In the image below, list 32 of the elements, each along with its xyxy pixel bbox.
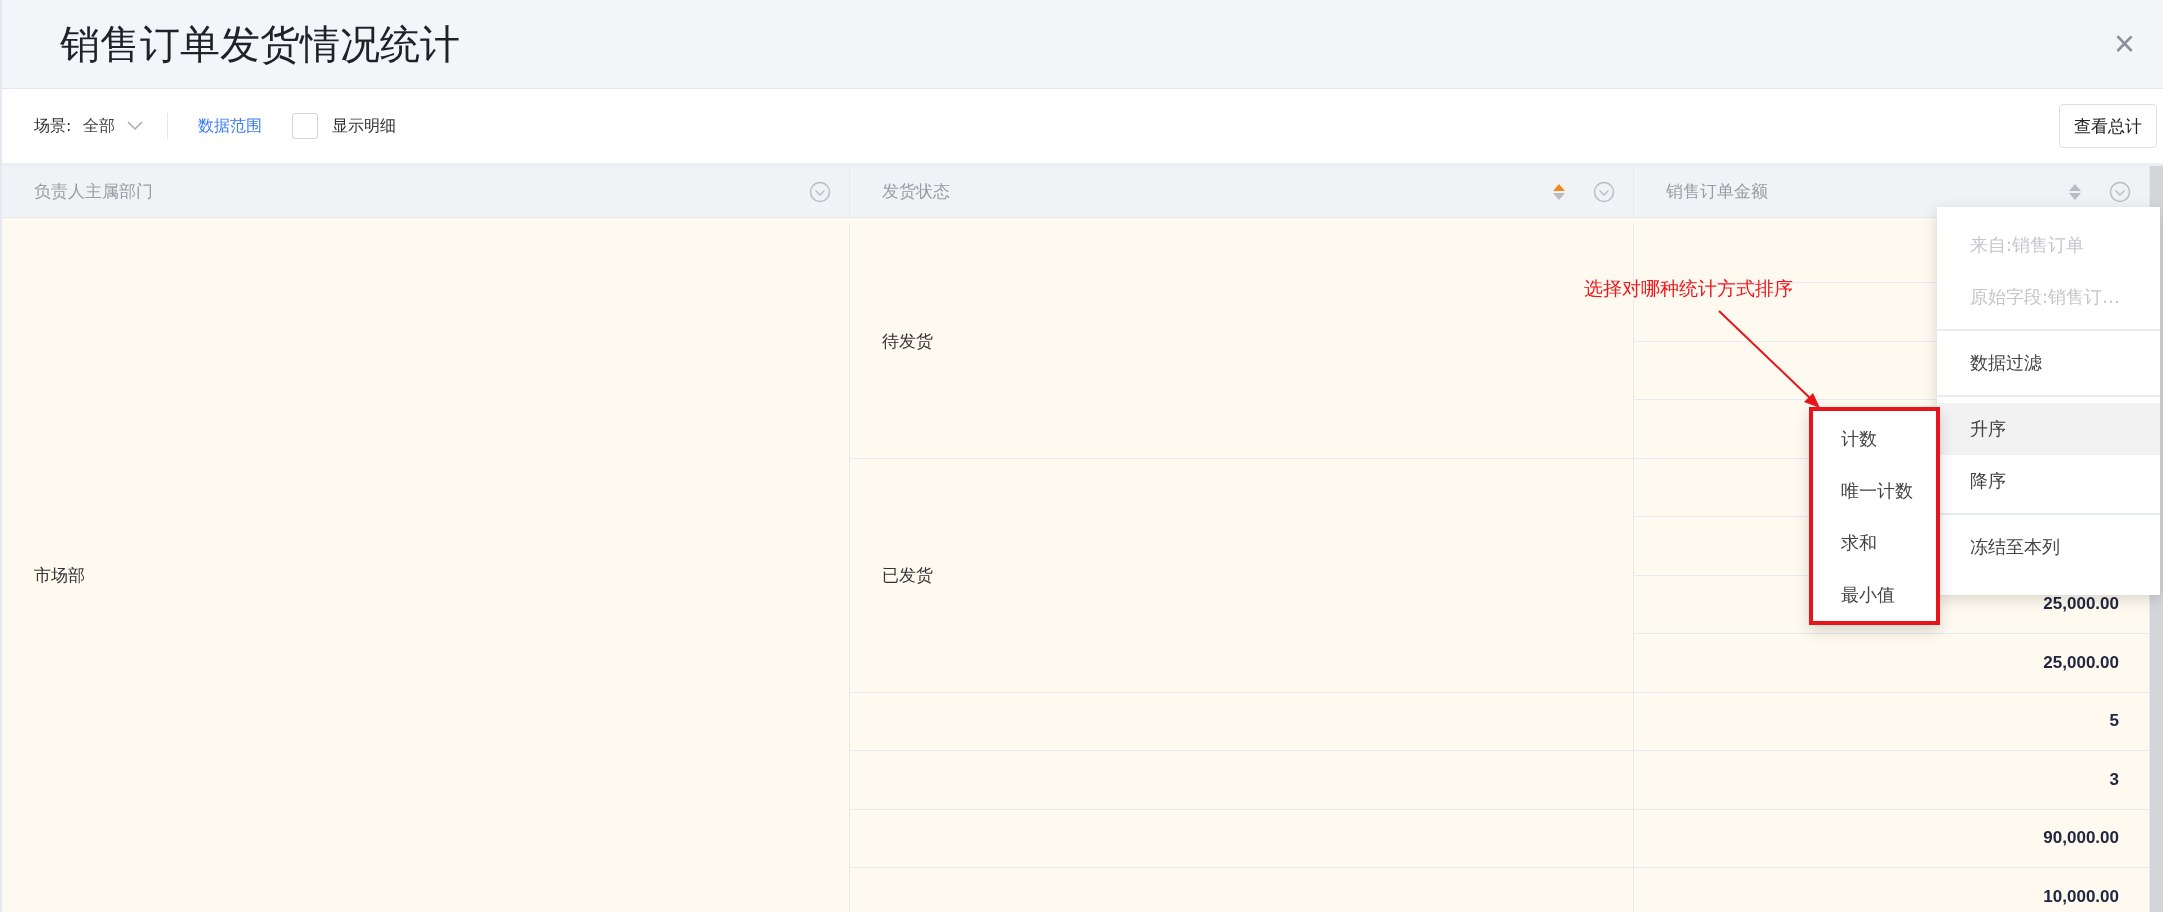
data-range-link[interactable]: 数据范围 — [198, 115, 263, 137]
dialog-title: 销售订单发货情况统计 — [60, 19, 460, 69]
menu-item[interactable]: 数据过滤 — [1937, 337, 2160, 389]
table-cell: 3 — [1634, 751, 2150, 810]
chevron-circle-icon[interactable] — [1593, 180, 1615, 203]
chevron-circle-icon[interactable] — [809, 180, 831, 203]
table-cell: 90,000.00 — [1634, 809, 2150, 868]
table-cell: 5 — [1634, 692, 2150, 751]
scene-label: 场景: — [34, 115, 72, 137]
table-cell: 市场部 — [2, 224, 850, 912]
table-cell: 25,000.00 — [1634, 634, 2150, 693]
menu-info: 原始字段:销售订… — [1969, 285, 2122, 309]
column-title: 负责人主属部门 — [34, 180, 154, 203]
chevron-down-icon — [127, 121, 144, 131]
scene-dropdown[interactable]: 全部 — [83, 115, 144, 137]
checkbox[interactable] — [292, 113, 319, 139]
menu-item[interactable]: 唯一计数 — [1813, 465, 1936, 517]
menu-item[interactable]: 升序 — [1937, 403, 2160, 455]
sort-icon[interactable] — [1553, 182, 1565, 201]
column-title: 发货状态 — [882, 180, 951, 203]
menu-item[interactable]: 求和 — [1813, 517, 1936, 569]
column-title: 销售订单金额 — [1666, 180, 1769, 203]
table-cell: 已发货 — [850, 458, 1634, 693]
sort-icon[interactable] — [2069, 182, 2081, 201]
menu-info: 来自:销售订单 — [1969, 233, 2086, 257]
menu-item[interactable]: 冻结至本列 — [1937, 521, 2160, 573]
chevron-circle-icon[interactable] — [2109, 180, 2131, 203]
menu-item[interactable]: 降序 — [1937, 455, 2160, 507]
annotation-text: 选择对哪种统计方式排序 — [1584, 276, 1793, 301]
view-totals-button[interactable]: 查看总计 — [2059, 104, 2157, 148]
checkbox-label: 显示明细 — [332, 115, 397, 137]
menu-item[interactable]: 计数 — [1813, 413, 1936, 465]
